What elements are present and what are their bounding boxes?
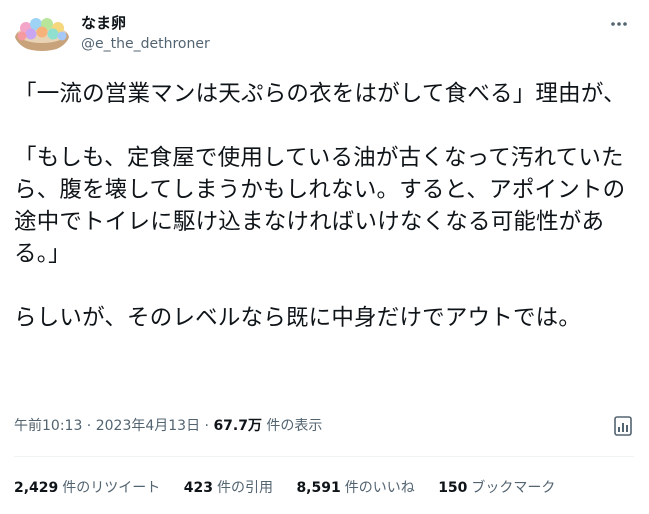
quotes-stat[interactable]: 423 件の引用 bbox=[184, 478, 273, 498]
likes-stat[interactable]: 8,591 件のいいね bbox=[296, 478, 414, 498]
meta-separator: · bbox=[200, 418, 214, 434]
more-icon bbox=[611, 22, 627, 26]
tweet-meta: 午前10:13 · 2023年4月13日 · 67.7万 件の表示 bbox=[14, 416, 634, 438]
divider bbox=[14, 456, 634, 457]
retweets-label: 件のリツイート bbox=[62, 480, 161, 496]
likes-label: 件のいいね bbox=[344, 480, 415, 496]
tweet-text: 「一流の営業マンは天ぷらの衣をはがして食べる」理由が、 「もしも、定食屋で使用し… bbox=[14, 78, 638, 334]
views-label: 件の表示 bbox=[261, 418, 323, 434]
quotes-label: 件の引用 bbox=[216, 480, 273, 496]
views-count: 67.7万 bbox=[213, 418, 262, 434]
quotes-count: 423 bbox=[183, 480, 213, 496]
analytics-icon bbox=[614, 416, 632, 436]
tweet-paragraph: 「一流の営業マンは天ぷらの衣をはがして食べる」理由が、 bbox=[14, 81, 626, 107]
tweet-paragraph: らしいが、そのレベルなら既に中身だけでアウトでは。 bbox=[14, 305, 582, 331]
more-button[interactable] bbox=[608, 16, 630, 30]
avatar[interactable] bbox=[14, 12, 70, 52]
tweet-card: なま卵 @e_the_dethroner 「一流の営業マンは天ぷらの衣をはがして… bbox=[0, 0, 649, 514]
bookmarks-stat[interactable]: 150 ブックマーク bbox=[438, 478, 555, 498]
avatar-image bbox=[15, 18, 69, 51]
user-handle[interactable]: @e_the_dethroner bbox=[81, 34, 210, 54]
bookmarks-label: ブックマーク bbox=[471, 480, 556, 496]
tweet-time[interactable]: 午前10:13 bbox=[14, 418, 82, 434]
user-names: なま卵 @e_the_dethroner bbox=[81, 14, 210, 54]
bookmarks-count: 150 bbox=[438, 480, 468, 496]
retweets-stat[interactable]: 2,429 件のリツイート bbox=[14, 478, 160, 498]
tweet-stats: 2,429 件のリツイート 423 件の引用 8,591 件のいいね 150 ブックマー… bbox=[14, 478, 634, 500]
tweet-header: なま卵 @e_the_dethroner bbox=[14, 10, 634, 58]
meta-separator: · bbox=[82, 418, 96, 434]
display-name[interactable]: なま卵 bbox=[81, 14, 210, 32]
retweets-count: 2,429 bbox=[14, 480, 59, 496]
tweet-paragraph: 「もしも、定食屋で使用している油が古くなって汚れていたら、腹を壊してしまうかもし… bbox=[14, 145, 626, 267]
tweet-date[interactable]: 2023年4月13日 bbox=[96, 418, 200, 434]
likes-count: 8,591 bbox=[296, 480, 341, 496]
analytics-button[interactable] bbox=[614, 416, 632, 436]
